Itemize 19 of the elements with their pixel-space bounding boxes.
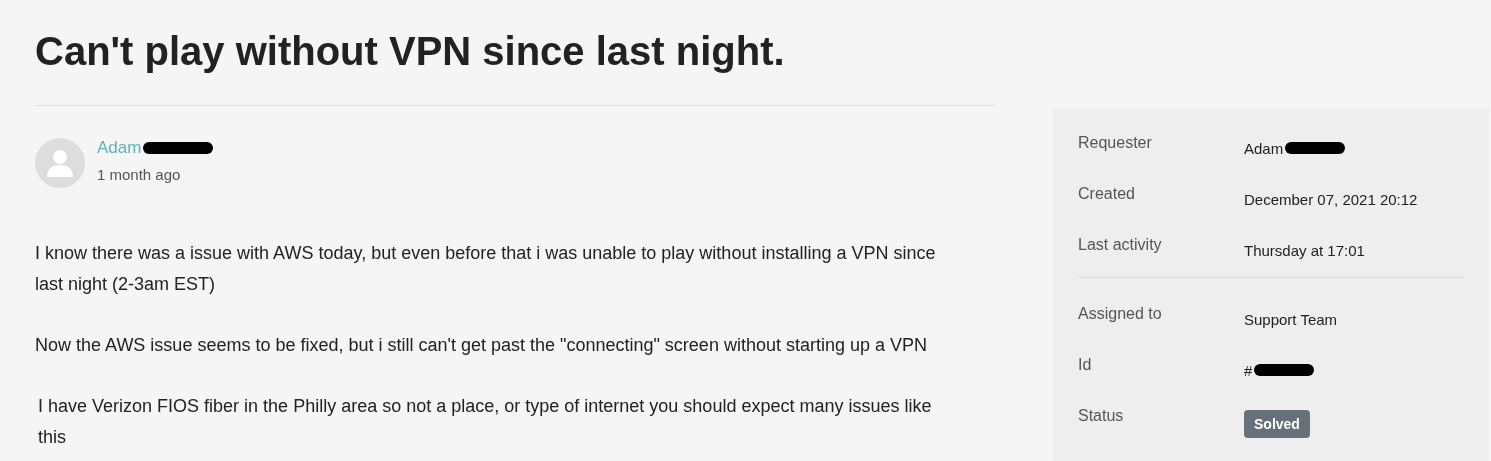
detail-value: Thursday at 17:01 bbox=[1244, 241, 1365, 259]
post-paragraph: Now the AWS issue seems to be fixed, but i still can't get past the "connecting" screen without starting up a VPN bbox=[35, 334, 928, 357]
author-link[interactable]: Adam bbox=[97, 138, 142, 158]
detail-value: December 07, 2021 20:12 bbox=[1244, 190, 1418, 208]
avatar-icon bbox=[35, 138, 85, 188]
detail-label: Status bbox=[1078, 407, 1125, 426]
page-title: Can't play without VPN since last night. bbox=[35, 28, 786, 75]
detail-label: Assigned to bbox=[1078, 305, 1163, 324]
detail-label: Requester bbox=[1078, 134, 1153, 153]
post-paragraph: I know there was a issue with AWS today, but even before that i was unable to play without installing a VPN since last night (2-3am EST) bbox=[35, 242, 937, 296]
post-paragraph: I have Verizon FIOS fiber in the Philly area so not a place, or type of internet you should expect many issues like this bbox=[37, 395, 933, 449]
detail-value: # bbox=[1244, 361, 1253, 379]
status-badge: Solved bbox=[1244, 410, 1310, 438]
detail-value: Support Team bbox=[1244, 310, 1338, 328]
detail-label: Last activity bbox=[1078, 236, 1163, 255]
detail-value: Adam bbox=[1244, 139, 1284, 157]
detail-label: Created bbox=[1078, 185, 1136, 204]
post-time: 1 month ago bbox=[97, 166, 182, 183]
detail-label: Id bbox=[1078, 356, 1093, 375]
